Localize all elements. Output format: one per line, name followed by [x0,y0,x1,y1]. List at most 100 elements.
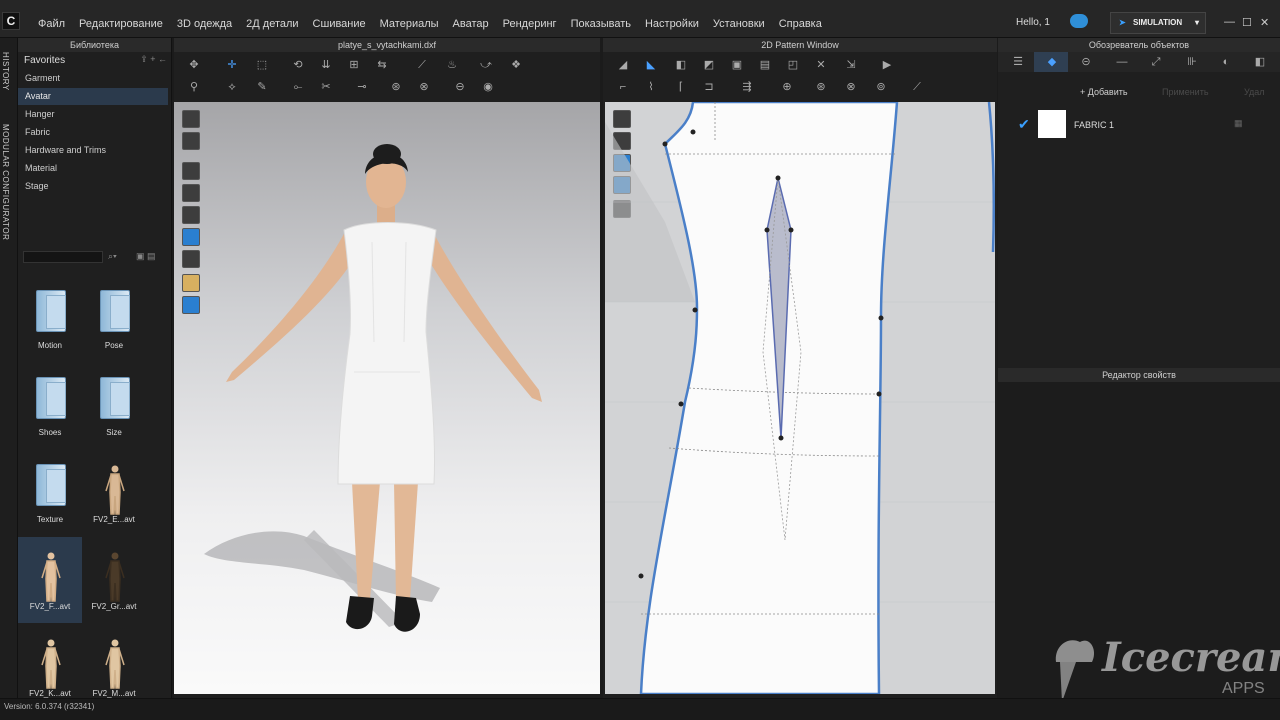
fabric-name[interactable]: FABRIC 1 [1074,120,1114,130]
topstitch-tab-icon[interactable]: — [1114,55,1130,69]
buttonhole-icon[interactable]: ⊗ [416,80,432,94]
fold-icon[interactable]: ⇆ [374,58,390,72]
menu-file[interactable]: Файл [38,18,65,30]
library-tile-size[interactable]: Size [82,363,146,449]
zipper-tab-icon[interactable]: ⊪ [1184,55,1200,69]
polygon-icon[interactable]: ◩ [701,58,717,72]
tack-2d-icon[interactable]: ⊐ [701,80,717,94]
free-sewing-icon[interactable]: ⌈ [673,80,689,94]
pin-box-icon[interactable]: ⊞ [346,58,362,72]
menu-help[interactable]: Справка [779,18,822,30]
menu-display[interactable]: Показывать [571,18,631,30]
trace-icon[interactable]: ⇲ [843,58,859,72]
library-search-input[interactable] [23,251,103,263]
library-tile-pose[interactable]: Pose [82,276,146,362]
delete-fabric-button[interactable]: Удал [1244,87,1265,97]
hook-icon[interactable]: ⊸ [354,80,370,94]
edit-curvature-icon[interactable]: ◧ [673,58,689,72]
ruler-icon[interactable]: ✎ [254,80,270,94]
measure-2d-icon[interactable]: ⟋ [909,80,925,94]
button-tab-icon[interactable]: ⊝ [1078,55,1094,69]
simulation-mode-dropdown[interactable]: ➤ SIMULATION ▾ [1110,12,1206,34]
edit-point-icon[interactable]: ◣ [643,58,659,72]
favorites-header[interactable]: Favorites [24,55,65,66]
view-mode-icon[interactable]: ▣ ▤ [136,251,156,262]
minimize-icon[interactable]: — [1224,16,1235,28]
transform-pattern-icon[interactable]: ◢ [615,58,631,72]
category-stage[interactable]: Stage [18,178,168,195]
button-icon[interactable]: ⊛ [388,80,404,94]
walk-icon[interactable]: ⚲ [186,80,202,94]
category-fabric[interactable]: Fabric [18,124,168,141]
maximize-icon[interactable]: ☐ [1242,16,1252,29]
select-move-icon[interactable]: ✥ [186,58,202,72]
menu-edit[interactable]: Редактирование [79,18,163,30]
button-2d-icon[interactable]: ⊛ [813,80,829,94]
fabric-options-icon[interactable]: ▦ [1234,118,1243,129]
user-greeting[interactable]: Hello, 1 [1016,17,1050,28]
internal-polygon-icon[interactable]: ◰ [785,58,801,72]
point-icon[interactable]: ⟜ [290,80,306,94]
sewing-icon[interactable]: ⌇ [643,80,659,94]
tape-icon[interactable]: ⟡ [224,80,240,94]
pin-2d-icon[interactable]: ⊕ [779,80,795,94]
pattern-canvas[interactable] [605,102,995,694]
menu-2d-pattern[interactable]: 2Д детали [246,18,298,30]
category-hardware-trims[interactable]: Hardware and Trims [18,142,168,159]
measure-icon[interactable]: ⟋ [414,58,430,72]
category-avatar[interactable]: Avatar [18,88,168,105]
app-logo-icon[interactable]: C [2,12,20,30]
fabric-swatch[interactable] [1038,110,1066,138]
trim-tab-icon[interactable]: ◐ [1218,55,1234,69]
select-mesh-icon[interactable]: ✛ [224,58,240,72]
seam-tab-icon[interactable]: ⤢ [1148,55,1164,69]
segment-icon[interactable]: ▶ [879,58,895,72]
menu-render[interactable]: Рендеринг [503,18,557,30]
menu-3d-garment[interactable]: 3D одежда [177,18,232,30]
2d-pattern-panel: 2D Pattern Window ◢ ◣ ◧ ◩ ▣ ▤ ◰ ✕ ⇲ ▶ ⌐ … [603,38,997,698]
library-tile-avatar-f[interactable]: FV2_F...avt [18,537,82,623]
graphic-tab-icon[interactable]: ◧ [1252,55,1268,69]
search-icon[interactable]: ⌕▾ [108,251,117,262]
trim-icon[interactable]: ◉ [480,80,496,94]
pin-icon[interactable]: ⇊ [318,58,334,72]
rectangle-icon[interactable]: ▣ [729,58,745,72]
modular-configurator-tab[interactable]: MODULAR CONFIGURATOR [1,124,10,240]
library-tile-texture[interactable]: Texture [18,450,82,536]
brush-icon[interactable]: ⤻ [478,58,494,72]
steam-icon[interactable]: ♨ [444,58,460,72]
buttonhole-2d-icon[interactable]: ⊗ [843,80,859,94]
menu-materials[interactable]: Материалы [380,18,439,30]
menu-settings[interactable]: Настройки [645,18,699,30]
apply-fabric-button[interactable]: Применить [1162,87,1209,97]
cloud-icon[interactable] [1070,14,1088,28]
add-fabric-button[interactable]: + Добавить [1080,87,1128,97]
menu-preferences[interactable]: Установки [713,18,765,30]
circle-icon[interactable]: ▤ [757,58,773,72]
checkmark-icon[interactable]: ✔ [1018,116,1030,133]
category-material[interactable]: Material [18,160,168,177]
history-tab[interactable]: HISTORY [1,52,10,91]
library-tile-avatar-gr[interactable]: FV2_Gr...avt [82,537,146,623]
category-garment[interactable]: Garment [18,70,168,87]
fold-2d-icon[interactable]: ⇶ [739,80,755,94]
tack-icon[interactable]: ⟲ [290,58,306,72]
garment-fit-icon[interactable]: ❖ [508,58,524,72]
library-tile-avatar-e[interactable]: FV2_E...avt [82,450,146,536]
zipper-icon[interactable]: ⊖ [452,80,468,94]
close-icon[interactable]: ✕ [1260,16,1269,29]
menu-sewing[interactable]: Сшивание [313,18,366,30]
3d-scene[interactable] [174,102,600,694]
library-toolbar-icons[interactable]: ⇪ + ← [140,54,167,65]
library-tile-motion[interactable]: Motion [18,276,82,362]
library-tile-shoes[interactable]: Shoes [18,363,82,449]
topstitch-icon[interactable]: ⊚ [873,80,889,94]
category-hanger[interactable]: Hanger [18,106,168,123]
dart-icon[interactable]: ✕ [813,58,829,72]
list-icon[interactable]: ☰ [1010,55,1026,69]
menu-avatar[interactable]: Аватар [453,18,489,30]
box-select-icon[interactable]: ⬚ [254,58,270,72]
cut-icon[interactable]: ✂ [318,80,334,94]
avatar-model[interactable] [174,102,600,694]
notch-icon[interactable]: ⌐ [615,80,631,94]
